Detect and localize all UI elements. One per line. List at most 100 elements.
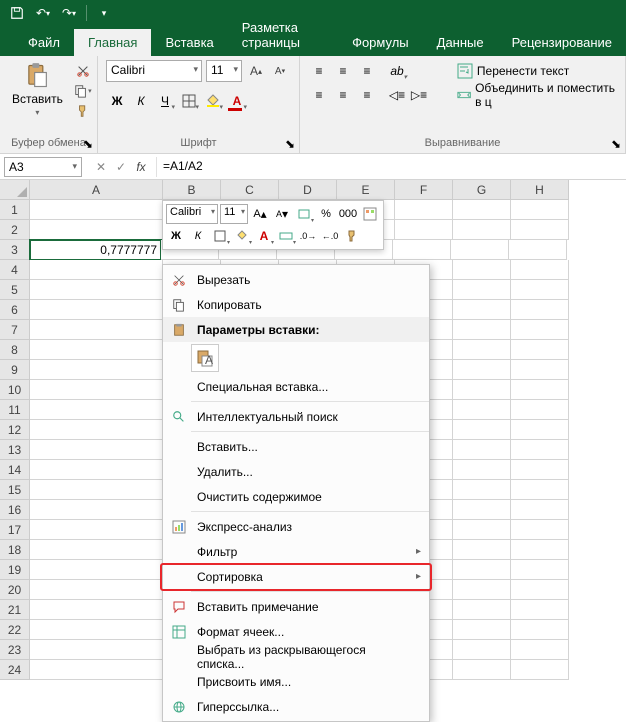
merge-center-button[interactable]: Объединить и поместить в ц [457,84,617,106]
cell-G23[interactable] [453,640,511,660]
row-header-4[interactable]: 4 [0,260,30,280]
menu-cut[interactable]: Вырезать [163,267,429,292]
mini-increase-decimal[interactable]: .0→ [298,226,318,246]
mini-merge[interactable] [276,226,296,246]
cell-H11[interactable] [511,400,569,420]
cell-A10[interactable] [30,380,163,400]
cell-H3[interactable] [509,240,567,260]
cell-A5[interactable] [30,280,163,300]
cell-H16[interactable] [511,500,569,520]
increase-indent-button[interactable]: ▷≡ [408,84,430,106]
format-painter-button[interactable] [73,102,93,120]
row-header-18[interactable]: 18 [0,540,30,560]
cell-H12[interactable] [511,420,569,440]
row-header-12[interactable]: 12 [0,420,30,440]
cell-G2[interactable] [453,220,511,240]
cell-A9[interactable] [30,360,163,380]
mini-font-color[interactable]: A [254,226,274,246]
menu-define-name[interactable]: Присвоить имя... [163,669,429,694]
font-dialog-launcher[interactable]: ⬊ [283,137,297,151]
cell-A12[interactable] [30,420,163,440]
cell-A15[interactable] [30,480,163,500]
menu-format-cells[interactable]: Формат ячеек... [163,619,429,644]
row-header-16[interactable]: 16 [0,500,30,520]
cell-A13[interactable] [30,440,163,460]
cell-A19[interactable] [30,560,163,580]
cell-A1[interactable] [30,200,163,220]
cell-G9[interactable] [453,360,511,380]
increase-font-button[interactable]: A▴ [246,61,266,81]
cell-F2[interactable] [395,220,453,240]
cell-A22[interactable] [30,620,163,640]
menu-hyperlink[interactable]: Гиперссылка... [163,694,429,719]
borders-button[interactable] [178,90,200,112]
cell-A6[interactable] [30,300,163,320]
column-header-A[interactable]: A [30,180,163,200]
column-header-D[interactable]: D [279,180,337,200]
cell-G8[interactable] [453,340,511,360]
align-middle-button[interactable]: ≡ [332,60,354,82]
cell-G17[interactable] [453,520,511,540]
decrease-indent-button[interactable]: ◁≡ [386,84,408,106]
tab-page-layout[interactable]: Разметка страницы [228,14,338,56]
cell-G16[interactable] [453,500,511,520]
cell-H17[interactable] [511,520,569,540]
wrap-text-button[interactable]: Перенести текст [457,60,617,82]
row-header-19[interactable]: 19 [0,560,30,580]
cell-A4[interactable] [30,260,163,280]
cell-A16[interactable] [30,500,163,520]
underline-button[interactable]: Ч [154,90,176,112]
cell-G3[interactable] [451,240,509,260]
menu-delete[interactable]: Удалить... [163,459,429,484]
undo-button[interactable]: ↶▾ [32,2,54,24]
row-header-21[interactable]: 21 [0,600,30,620]
cell-G21[interactable] [453,600,511,620]
cell-H2[interactable] [511,220,569,240]
cell-A11[interactable] [30,400,163,420]
cell-G18[interactable] [453,540,511,560]
cell-G7[interactable] [453,320,511,340]
mini-bold[interactable]: Ж [166,226,186,246]
mini-conditional-format[interactable] [360,204,380,224]
cell-G19[interactable] [453,560,511,580]
cell-G4[interactable] [453,260,511,280]
menu-quick-analysis[interactable]: Экспресс-анализ [163,514,429,539]
row-header-5[interactable]: 5 [0,280,30,300]
row-header-1[interactable]: 1 [0,200,30,220]
cell-G14[interactable] [453,460,511,480]
column-header-B[interactable]: B [163,180,221,200]
menu-insert-comment[interactable]: Вставить примечание [163,594,429,619]
row-header-8[interactable]: 8 [0,340,30,360]
cell-G11[interactable] [453,400,511,420]
cell-A17[interactable] [30,520,163,540]
cell-A21[interactable] [30,600,163,620]
italic-button[interactable]: К [130,90,152,112]
column-header-F[interactable]: F [395,180,453,200]
clipboard-dialog-launcher[interactable]: ⬊ [81,137,95,151]
cell-A2[interactable] [30,220,163,240]
align-right-button[interactable]: ≡ [356,84,378,106]
cell-H10[interactable] [511,380,569,400]
cell-H4[interactable] [511,260,569,280]
select-all-button[interactable] [0,180,30,200]
align-bottom-button[interactable]: ≡ [356,60,378,82]
cell-H21[interactable] [511,600,569,620]
cell-F3[interactable] [393,240,451,260]
align-left-button[interactable]: ≡ [308,84,330,106]
alignment-dialog-launcher[interactable]: ⬊ [609,137,623,151]
mini-fill-color[interactable] [232,226,252,246]
cell-H6[interactable] [511,300,569,320]
cell-G20[interactable] [453,580,511,600]
decrease-font-button[interactable]: A▾ [270,61,290,81]
cell-H9[interactable] [511,360,569,380]
cell-H7[interactable] [511,320,569,340]
mini-percent-format[interactable]: % [316,204,336,224]
menu-copy[interactable]: Копировать [163,292,429,317]
cell-G24[interactable] [453,660,511,680]
column-header-G[interactable]: G [453,180,511,200]
mini-borders[interactable] [210,226,230,246]
cell-A24[interactable] [30,660,163,680]
row-header-7[interactable]: 7 [0,320,30,340]
cell-A8[interactable] [30,340,163,360]
paste-button[interactable]: Вставить ▾ [8,60,67,119]
